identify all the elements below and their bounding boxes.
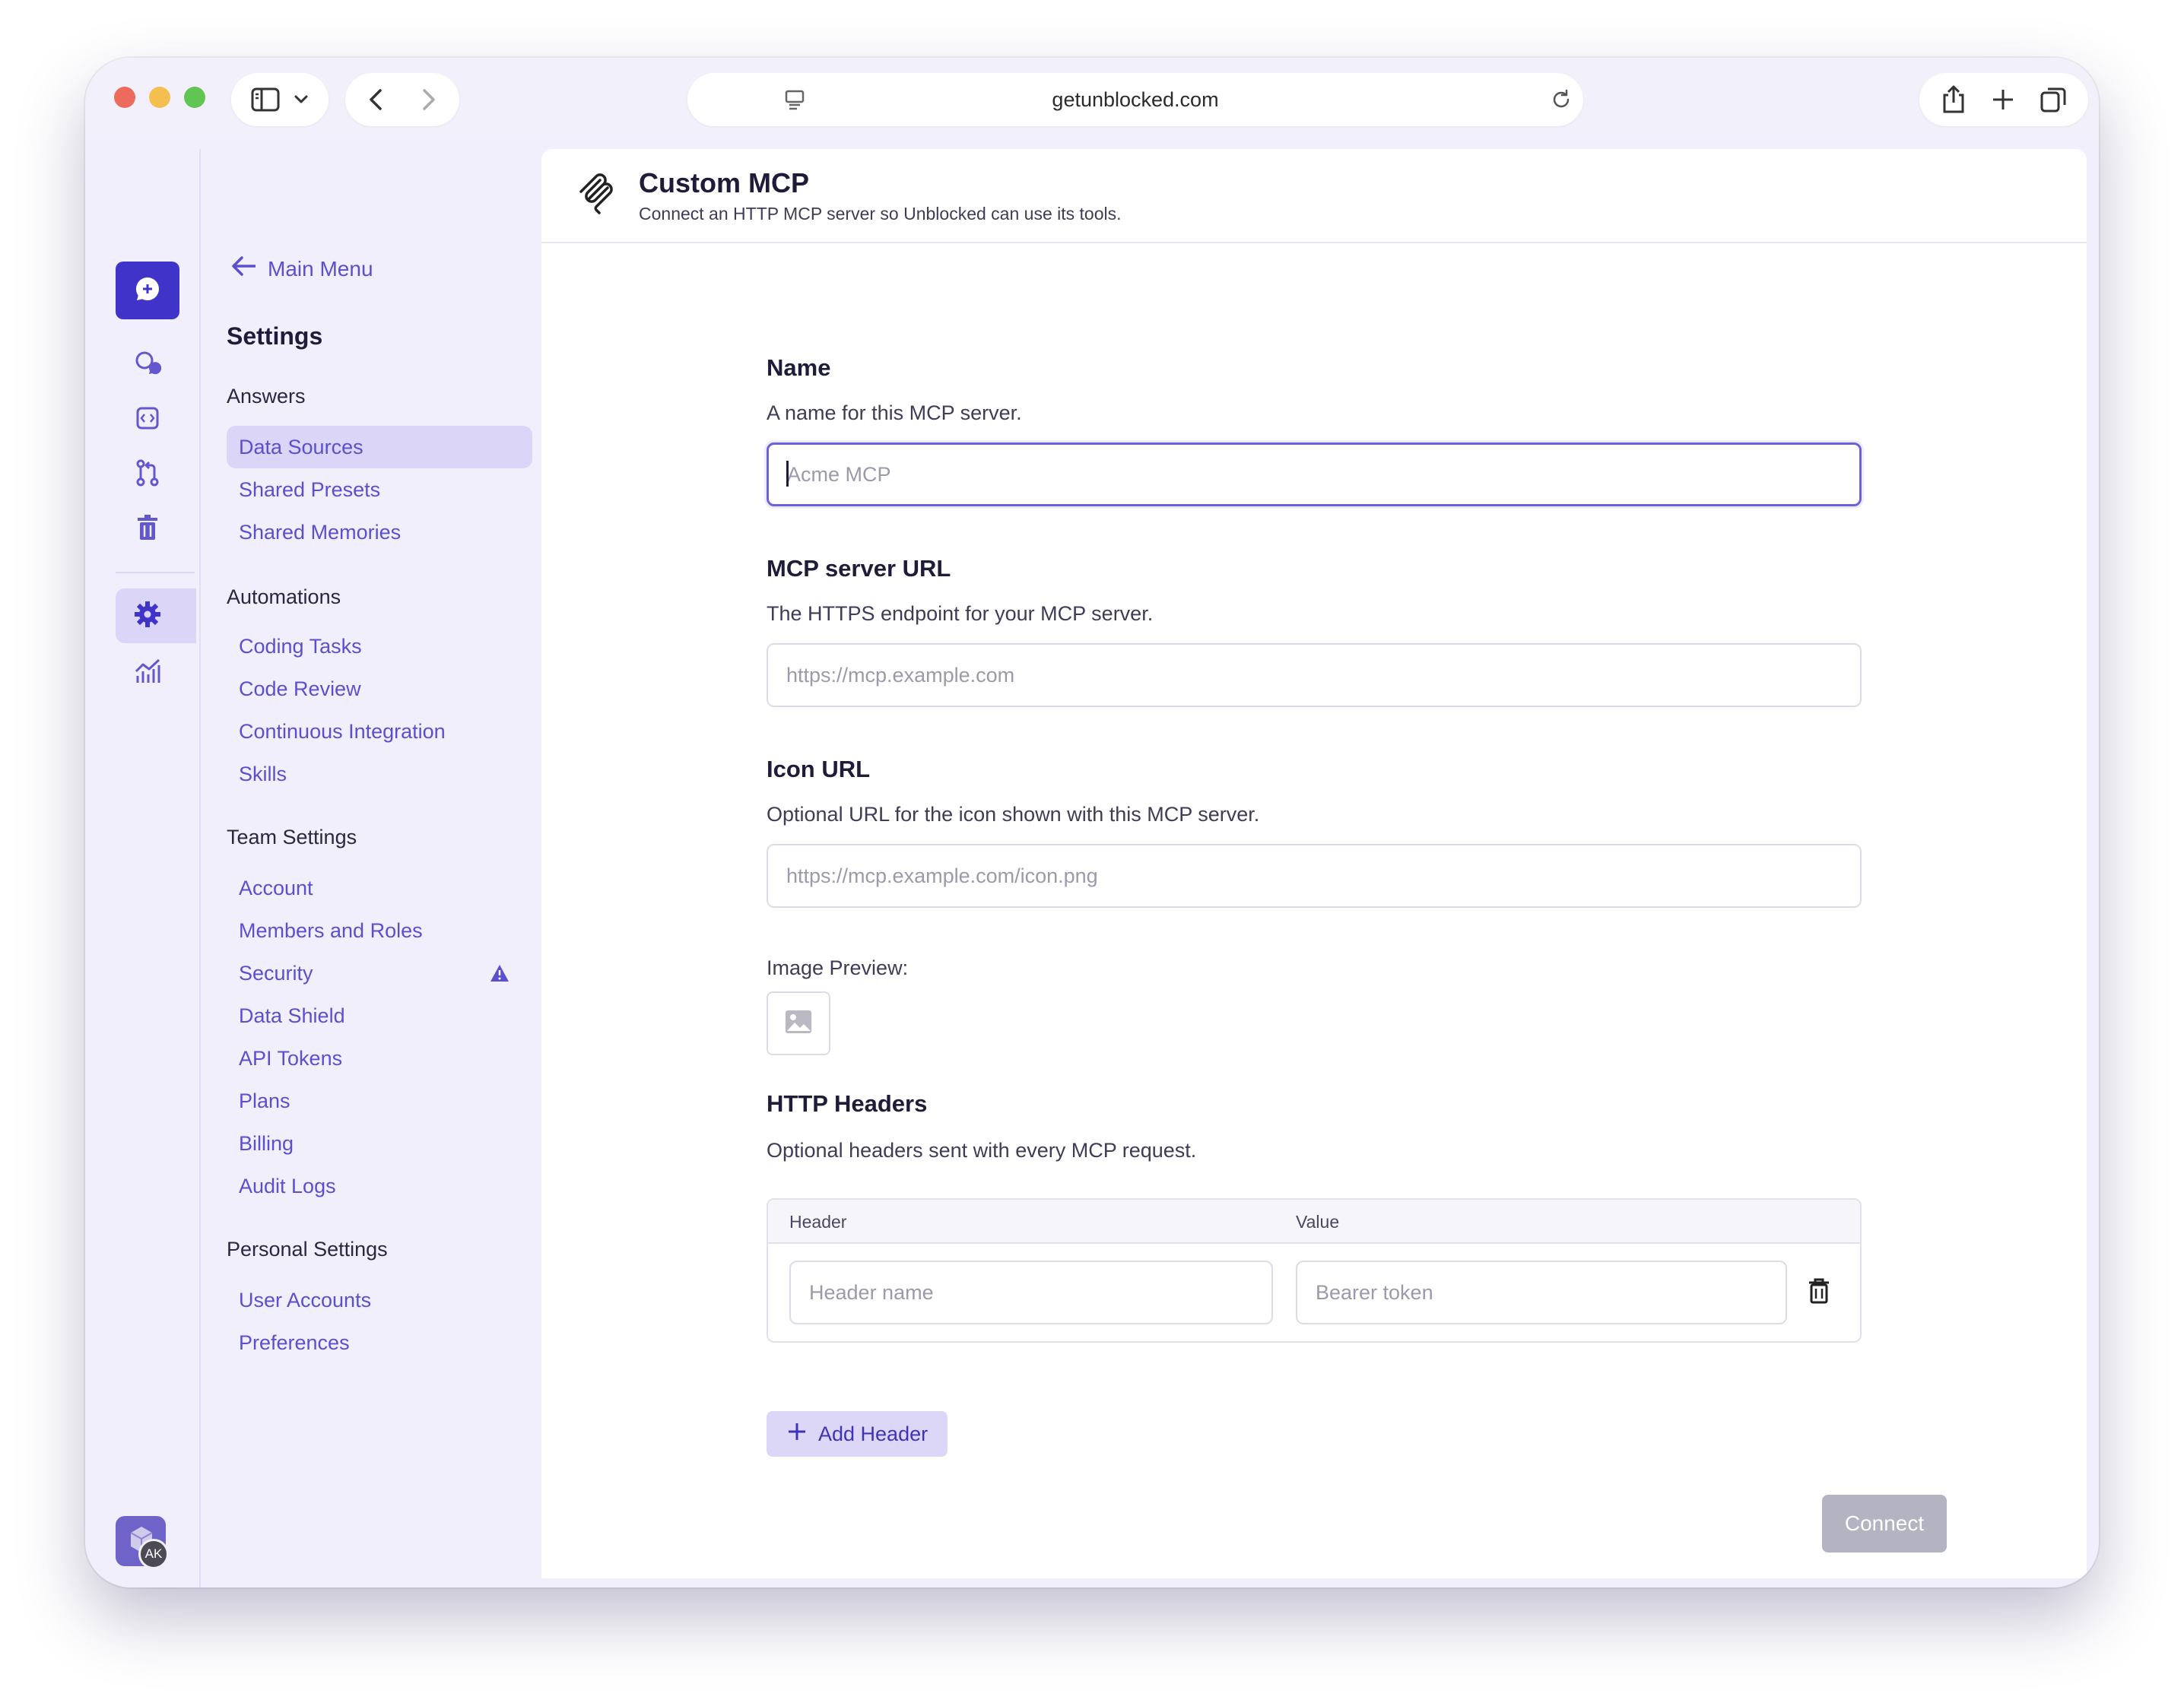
connect-button[interactable]: Connect (1822, 1495, 1947, 1553)
history-nav (345, 73, 459, 126)
icon-url-help: Optional URL for the icon shown with thi… (767, 803, 1260, 826)
trash-icon (1808, 1277, 1830, 1308)
sidebar-item-preferences[interactable]: Preferences (227, 1321, 532, 1364)
sidebar-item-data-shield[interactable]: Data Shield (227, 994, 532, 1037)
sidebar-item-data-sources[interactable]: Data Sources (227, 426, 532, 468)
plus-icon (786, 1421, 808, 1448)
toolbar-actions (1919, 73, 2088, 126)
add-header-label: Add Header (818, 1422, 929, 1445)
sidebar-item-code-review[interactable]: Code Review (227, 668, 532, 710)
sidebar-item-continuous-integration[interactable]: Continuous Integration (227, 710, 532, 753)
address-bar[interactable]: getunblocked.com (687, 73, 1583, 126)
icon-url-label: Icon URL (767, 756, 871, 782)
add-header-button[interactable]: Add Header (767, 1411, 948, 1457)
sidebar-item-shared-presets[interactable]: Shared Presets (227, 468, 532, 511)
mcp-logo-icon (576, 172, 616, 221)
settings-nav-button[interactable] (116, 588, 196, 643)
sidebar-item-user-accounts[interactable]: User Accounts (227, 1279, 532, 1321)
remove-header-button[interactable] (1802, 1276, 1836, 1309)
image-preview-label: Image Preview: (767, 956, 909, 979)
settings-title: Settings (227, 322, 323, 350)
trash-icon (136, 514, 159, 545)
chat-nav-button[interactable] (116, 262, 179, 319)
back-arrow-icon[interactable] (367, 87, 385, 112)
sidebar-item-api-tokens[interactable]: API Tokens (227, 1037, 532, 1080)
sidebar-item-label: Security (239, 961, 313, 985)
server-url-input[interactable] (767, 643, 1862, 707)
name-help: A name for this MCP server. (767, 401, 1022, 424)
chevron-down-icon (294, 94, 309, 105)
minimize-window-button[interactable] (149, 87, 170, 108)
name-input[interactable] (767, 442, 1862, 506)
icon-url-input[interactable] (767, 844, 1862, 908)
new-tab-icon[interactable] (1991, 87, 2015, 112)
page-subtitle: Connect an HTTP MCP server so Unblocked … (639, 204, 1122, 224)
group-automations: Automations (227, 585, 341, 608)
main-panel: Custom MCP Connect an HTTP MCP server so… (541, 149, 2087, 1578)
group-answers: Answers (227, 385, 306, 408)
sidebar-item-coding-tasks[interactable]: Coding Tasks (227, 625, 532, 668)
share-icon[interactable] (1941, 84, 1967, 115)
sidebar-item-plans[interactable]: Plans (227, 1080, 532, 1122)
chat-plus-icon (134, 275, 161, 306)
analytics-chart-icon (134, 658, 161, 687)
arrow-left-icon (231, 255, 257, 282)
server-url-help: The HTTPS endpoint for your MCP server. (767, 602, 1154, 625)
pull-requests-nav-button[interactable] (131, 458, 164, 491)
sidebar-item-shared-memories[interactable]: Shared Memories (227, 511, 532, 553)
http-headers-label: HTTP Headers (767, 1090, 928, 1117)
main-menu-link[interactable]: Main Menu (231, 255, 373, 282)
browser-toolbar: getunblocked.com (85, 58, 2099, 138)
image-preview (767, 991, 830, 1055)
sidebar-icon (251, 87, 281, 113)
discussions-nav-button[interactable] (131, 350, 164, 380)
code-nav-button[interactable] (131, 404, 164, 435)
header-value-input[interactable] (1296, 1261, 1787, 1324)
text-cursor (786, 461, 789, 487)
http-headers-help: Optional headers sent with every MCP req… (767, 1139, 1197, 1162)
sidebar-item-account[interactable]: Account (227, 867, 532, 909)
close-window-button[interactable] (114, 87, 135, 108)
url-text: getunblocked.com (1052, 88, 1219, 111)
rail-divider (116, 572, 195, 573)
name-label: Name (767, 354, 831, 381)
code-icon (135, 406, 160, 434)
header-name-input[interactable] (789, 1261, 1273, 1324)
sidebar-item-audit-logs[interactable]: Audit Logs (227, 1165, 532, 1207)
header-column-title: Header (789, 1212, 847, 1232)
main-menu-label: Main Menu (268, 256, 373, 281)
sidebar-toggle-button[interactable] (231, 73, 329, 126)
pull-request-icon (135, 458, 160, 491)
page-header: Custom MCP Connect an HTTP MCP server so… (541, 149, 2087, 243)
zoom-window-button[interactable] (184, 87, 205, 108)
chat-bubbles-icon (134, 350, 162, 380)
trash-nav-button[interactable] (131, 512, 164, 546)
headers-table-head: Header Value (768, 1200, 1860, 1244)
forward-arrow-icon[interactable] (420, 87, 438, 112)
headers-table: Header Value (767, 1198, 1862, 1343)
group-personal-settings: Personal Settings (227, 1238, 388, 1261)
sidebar-item-members-and-roles[interactable]: Members and Roles (227, 909, 532, 952)
tab-overview-icon[interactable] (2040, 86, 2067, 113)
warning-icon (490, 964, 509, 988)
group-team-settings: Team Settings (227, 826, 357, 848)
reload-icon[interactable] (1550, 88, 1573, 115)
value-column-title: Value (1296, 1212, 1340, 1232)
sidebar-item-skills[interactable]: Skills (227, 753, 532, 795)
browser-window: getunblocked.com Main Menu Settings Answ… (85, 58, 2099, 1587)
page-title: Custom MCP (639, 167, 809, 198)
image-placeholder-icon (785, 1010, 812, 1038)
user-initials-badge: AK (138, 1539, 169, 1569)
sidebar-item-security[interactable]: Security (227, 952, 532, 994)
sidebar-item-billing[interactable]: Billing (227, 1122, 532, 1165)
gear-icon (134, 601, 161, 632)
analytics-nav-button[interactable] (131, 655, 164, 689)
server-url-label: MCP server URL (767, 555, 951, 582)
